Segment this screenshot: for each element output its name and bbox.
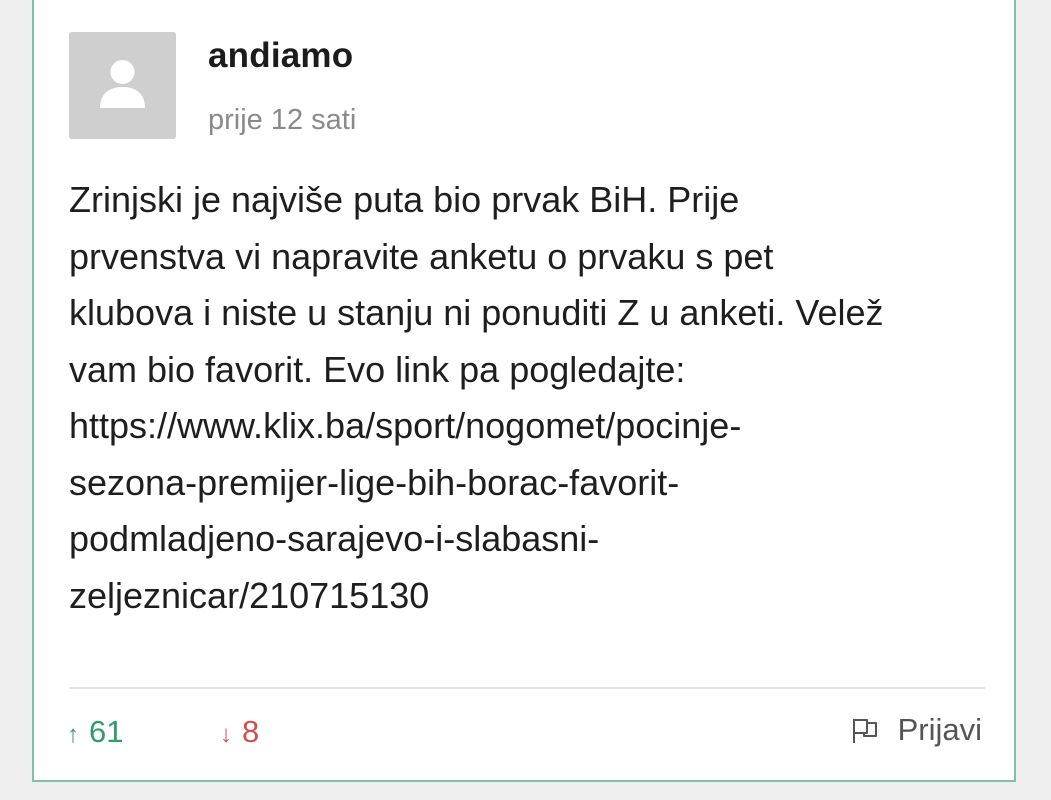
downvote-count: 8 [242,714,260,749]
user-placeholder-icon [69,32,176,139]
upvote-count: 61 [89,714,124,749]
report-button[interactable]: Prijavi [850,712,982,748]
downvote-button[interactable]: ↓ 8 [220,714,259,750]
comment-timestamp: prije 12 sati [208,104,357,136]
arrow-up-icon: ↑ [67,721,79,748]
avatar [69,32,176,139]
comment-card: andiamo prije 12 sati Zrinjski je najviš… [32,0,1016,782]
report-label: Prijavi [897,712,982,747]
arrow-down-icon: ↓ [220,721,232,748]
comment-author[interactable]: andiamo [208,36,353,76]
page: andiamo prije 12 sati Zrinjski je najviš… [0,0,1051,800]
comment-text: Zrinjski je najviše puta bio prvak BiH. … [69,179,884,616]
divider [69,687,985,689]
upvote-button[interactable]: ↑ 61 [67,714,123,750]
flag-icon [852,719,877,743]
